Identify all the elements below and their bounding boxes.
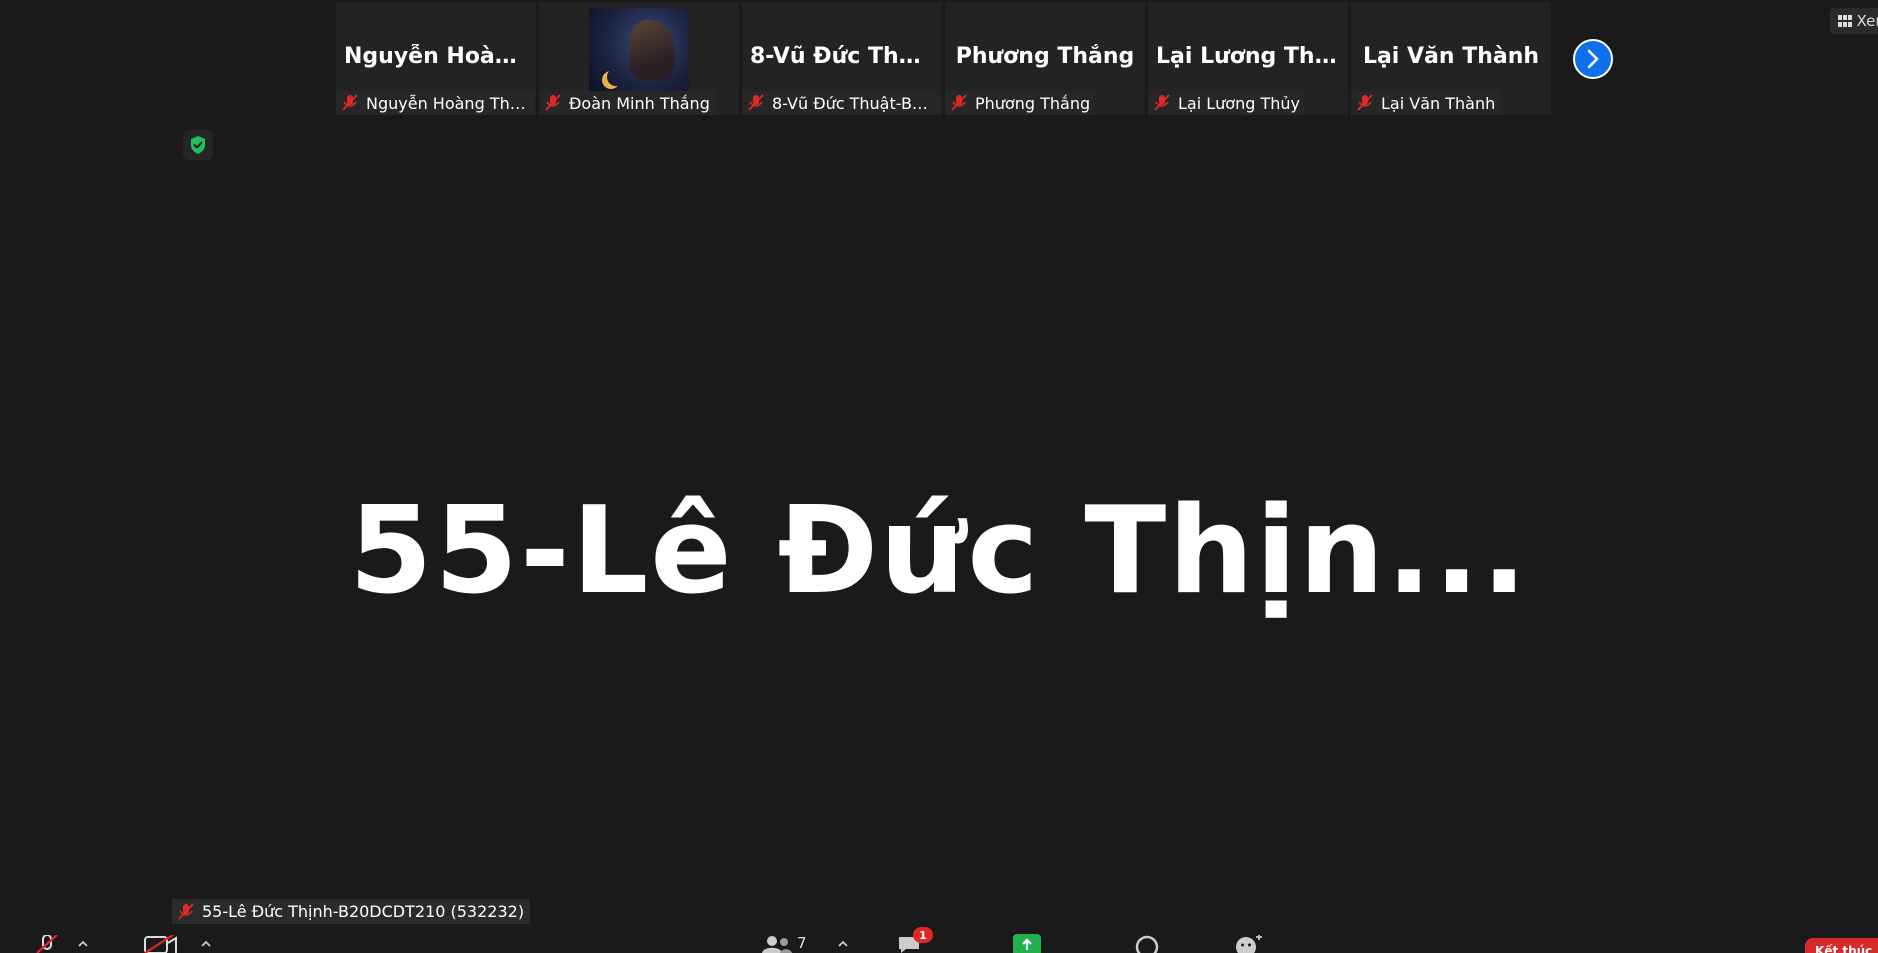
participant-strip: Nguyễn Hoàng... Nguyễn Hoàng Thao B... Đ… [336, 2, 1551, 115]
chevron-up-icon[interactable] [836, 938, 850, 948]
share-arrow-icon [1022, 938, 1032, 950]
chat-unread-badge: 1 [913, 927, 933, 943]
chevron-up-icon[interactable] [199, 938, 213, 948]
unmute-mic-icon[interactable] [33, 935, 61, 953]
mic-muted-icon [1357, 94, 1373, 111]
mic-muted-icon [342, 94, 358, 111]
participant-label: Nguyễn Hoàng Thao B... [336, 91, 534, 115]
participant-tile[interactable]: Đoàn Minh Thắng [539, 2, 739, 115]
participant-tile-name: 8-Vũ Đức Thuật... [750, 44, 942, 69]
participant-label-text: 8-Vũ Đức Thuật-B20D... [772, 93, 935, 113]
participant-tile-name: Nguyễn Hoàng... [344, 44, 536, 69]
participant-label: Phương Thắng [945, 91, 1096, 115]
participant-tile[interactable]: Lại Lương Thủy Lại Lương Thủy [1148, 2, 1348, 115]
participants-icon[interactable] [760, 935, 794, 953]
participant-label: Đoàn Minh Thắng [539, 91, 715, 115]
view-mode-button[interactable]: Xem [1830, 8, 1878, 34]
participant-avatar [589, 8, 689, 94]
security-shield-badge[interactable] [183, 130, 213, 160]
reactions-icon[interactable] [1234, 935, 1264, 953]
share-screen-button[interactable] [1013, 934, 1041, 953]
participant-tile[interactable]: Lại Văn Thành Lại Văn Thành [1351, 2, 1551, 115]
mic-muted-icon [178, 902, 194, 920]
mic-muted-icon [545, 94, 561, 111]
participant-label-text: Đoàn Minh Thắng [569, 93, 710, 113]
chevron-up-icon[interactable] [76, 938, 90, 948]
avatar-wolf-image [629, 20, 675, 80]
shield-check-icon [191, 136, 205, 154]
participant-label-text: Lại Lương Thủy [1178, 93, 1300, 113]
participant-label-text: Lại Văn Thành [1381, 93, 1496, 113]
mic-muted-icon [748, 94, 764, 111]
participant-tile[interactable]: Nguyễn Hoàng... Nguyễn Hoàng Thao B... [336, 2, 536, 115]
participant-tile[interactable]: 8-Vũ Đức Thuật... 8-Vũ Đức Thuật-B20D... [742, 2, 942, 115]
grid-view-icon [1838, 15, 1852, 27]
avatar-moon-image [607, 68, 625, 86]
view-mode-label: Xem [1856, 12, 1878, 30]
mic-muted-icon [1154, 94, 1170, 111]
active-speaker-label-text: 55-Lê Đức Thịnh-B20DCDT210 (532232) [202, 902, 525, 921]
participant-label-text: Nguyễn Hoàng Thao B... [366, 93, 529, 113]
participant-tile-name: Lại Văn Thành [1362, 44, 1540, 69]
record-icon[interactable] [1134, 935, 1160, 953]
participant-tile[interactable]: Phương Thắng Phương Thắng [945, 2, 1145, 115]
meeting-toolbar [0, 931, 1878, 953]
next-page-button[interactable] [1573, 39, 1613, 79]
participant-label: 8-Vũ Đức Thuật-B20D... [742, 91, 940, 115]
participant-label: Lại Lương Thủy [1148, 91, 1305, 115]
participant-label: Lại Văn Thành [1351, 91, 1501, 115]
participant-tile-name: Lại Lương Thủy [1156, 44, 1345, 69]
participant-label-text: Phương Thắng [975, 93, 1091, 113]
chevron-right-icon [1587, 49, 1599, 69]
participant-tile-name: Phương Thắng [955, 44, 1135, 69]
participants-count: 7 [797, 934, 807, 952]
active-speaker-label: 55-Lê Đức Thịnh-B20DCDT210 (532232) [172, 899, 531, 924]
mic-muted-icon [951, 94, 967, 111]
end-meeting-button[interactable]: Kết thúc [1805, 938, 1878, 953]
active-speaker-name: 55-Lê Đức Thịn... [349, 482, 1529, 621]
start-video-icon[interactable] [143, 935, 179, 953]
